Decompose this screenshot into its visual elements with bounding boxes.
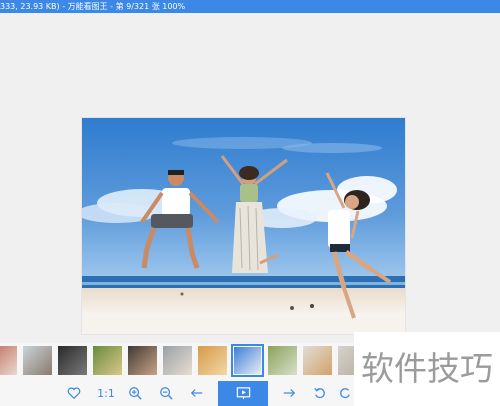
zoom-out-icon	[160, 387, 173, 400]
zoom-in-button[interactable]	[125, 384, 145, 403]
thumbnail-strip	[0, 343, 367, 381]
photo-beach-jump	[82, 118, 405, 334]
thumbnail[interactable]	[301, 344, 334, 377]
thumbnail-image	[93, 346, 122, 375]
favorite-button[interactable]	[64, 384, 84, 403]
thumbnail[interactable]	[91, 344, 124, 377]
actual-size-button[interactable]: 1:1	[94, 384, 118, 403]
thumbnail-image	[23, 346, 52, 375]
thumbnail-image	[198, 346, 227, 375]
heart-icon	[67, 387, 81, 400]
thumbnail[interactable]	[196, 344, 229, 377]
thumbnail[interactable]	[56, 344, 89, 377]
zoom-out-button[interactable]	[156, 384, 176, 403]
thumbnail[interactable]	[161, 344, 194, 377]
thumbnail-image	[268, 346, 297, 375]
thumbnail[interactable]	[21, 344, 54, 377]
watermark-text: 软件技巧	[361, 349, 493, 388]
watermark-overlay: 软件技巧	[354, 332, 500, 406]
slideshow-icon	[236, 387, 251, 400]
rotate-right-button[interactable]	[338, 384, 352, 403]
rotate-left-icon	[314, 387, 325, 399]
image-viewer-canvas[interactable]	[0, 13, 500, 343]
slideshow-button[interactable]	[218, 381, 268, 406]
thumbnail-image	[234, 347, 261, 374]
thumbnail-image	[58, 346, 87, 375]
thumbnail[interactable]	[126, 344, 159, 377]
thumbnail-image	[163, 346, 192, 375]
thumbnail-image	[303, 346, 332, 375]
arrow-left-icon	[190, 389, 203, 397]
thumbnail[interactable]	[231, 344, 264, 377]
thumbnail-image	[0, 346, 17, 375]
window-title-bar: 333, 23.93 KB) - 万能看图王 - 第 9/321 张 100%	[0, 0, 500, 13]
previous-image-button[interactable]	[187, 384, 207, 403]
thumbnail-image	[128, 346, 157, 375]
main-photo	[81, 117, 406, 335]
rotate-left-button[interactable]	[310, 384, 330, 403]
thumbnail[interactable]	[0, 344, 19, 377]
zoom-in-icon	[129, 387, 142, 400]
next-image-button[interactable]	[279, 384, 299, 403]
arrow-right-icon	[283, 389, 296, 397]
thumbnail[interactable]	[266, 344, 299, 377]
window-title: 333, 23.93 KB) - 万能看图王 - 第 9/321 张 100%	[0, 2, 186, 11]
viewer-toolbar: 1:1	[0, 381, 354, 406]
rotate-right-icon	[340, 388, 350, 399]
actual-size-label: 1:1	[97, 387, 115, 400]
